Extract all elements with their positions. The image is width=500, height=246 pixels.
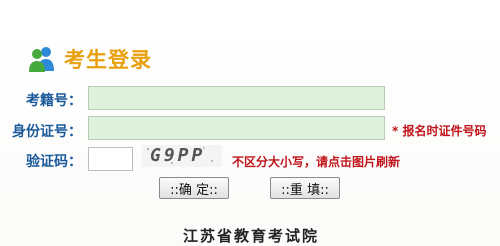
users-icon [29,47,54,72]
page-title: 考生登录 [64,48,152,72]
id-card-note: * 报名时证件号码 [392,124,487,138]
exam-id-label: 考籍号： [26,93,82,109]
footer-org-name: 江苏省教育考试院 [182,227,319,245]
captcha-text: G9PP [150,145,206,166]
exam-id-field[interactable] [88,86,385,110]
captcha-note: 不区分大小写，请点击图片刷新 [232,155,401,169]
captcha-image[interactable]: G9PP [142,145,222,167]
confirm-button[interactable]: ::确 定:: [159,177,229,199]
reset-button[interactable]: ::重 填:: [270,177,340,199]
captcha-label: 验证码： [26,154,82,170]
captcha-field[interactable] [88,147,133,171]
id-card-field[interactable] [88,116,385,140]
login-header: 考生登录 [28,44,152,74]
id-card-label: 身份证号： [12,124,82,140]
